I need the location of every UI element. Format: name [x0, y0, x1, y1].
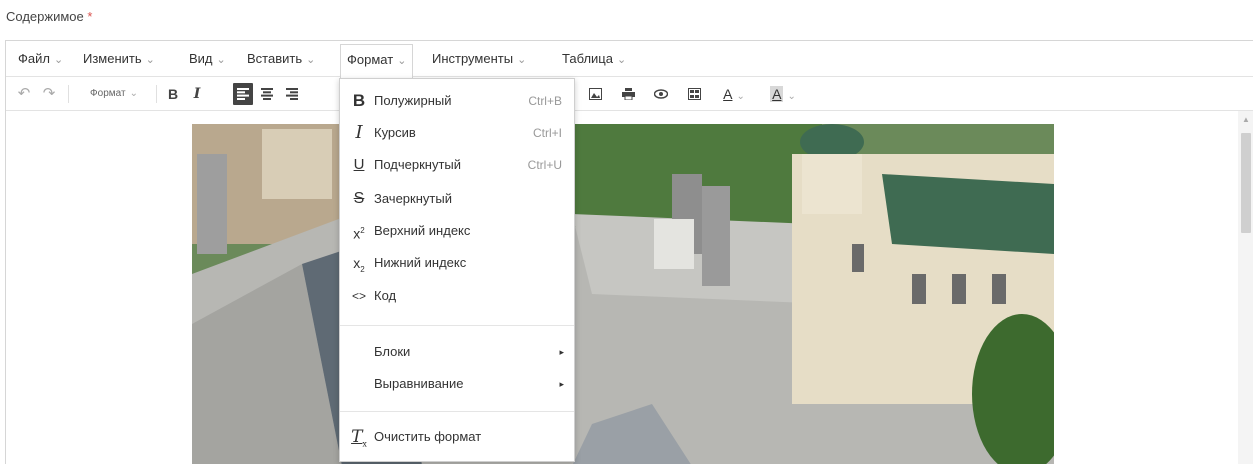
clear-format-glyph: T [351, 427, 363, 447]
background-color-button[interactable]: A ⌄ [766, 83, 800, 105]
underline-icon: U [353, 156, 365, 173]
format-select-label: Формат [90, 88, 126, 99]
align-right-icon [286, 88, 298, 100]
align-right-button[interactable] [282, 83, 302, 105]
rooftop-photo [192, 124, 1054, 464]
menu-item-superscript[interactable]: x2 Верхний индекс [340, 215, 574, 247]
menu-item-alignment[interactable]: Выравнивание ▸ [340, 368, 574, 400]
align-left-icon [237, 88, 249, 100]
clear-format-icon: Tx [351, 427, 367, 449]
print-icon [621, 88, 635, 101]
menu-view[interactable]: Вид ⌄ [189, 41, 226, 77]
superscript-icon: x2 [353, 225, 365, 242]
italic-icon: I [355, 122, 363, 143]
preview-button[interactable] [652, 83, 670, 105]
scrollbar-thumb[interactable] [1241, 133, 1251, 233]
media-icon [687, 88, 701, 100]
rooftop-photo-graphic [192, 124, 1054, 464]
image-icon [588, 88, 602, 100]
chevron-down-icon: ⌄ [397, 55, 407, 67]
editor-content-area[interactable]: ▲ [6, 111, 1253, 464]
chevron-down-icon: ⌄ [216, 54, 226, 66]
italic-button[interactable]: I [188, 83, 206, 105]
menu-table[interactable]: Таблица ⌄ [562, 41, 626, 77]
toolbar-divider [68, 85, 69, 103]
menu-divider [340, 411, 574, 412]
menu-item-label: Выравнивание [374, 376, 464, 391]
shortcut-text: Ctrl+I [532, 126, 562, 140]
required-mark: * [87, 9, 93, 24]
rich-text-editor: Файл ⌄ Изменить ⌄ Вид ⌄ Вставить ⌄ Формат ⌄ И… [5, 40, 1253, 464]
menu-item-label: Полужирный [374, 93, 452, 108]
menu-view-label: Вид [189, 51, 213, 66]
menu-insert[interactable]: Вставить ⌄ [247, 41, 315, 77]
editor-toolbar: ↶ ↷ Формат ⌄ B I A ⌄ A ⌄ [6, 77, 1253, 111]
chevron-down-icon: ⌄ [616, 54, 627, 66]
menu-item-label: Верхний индекс [374, 223, 471, 238]
scroll-up-icon[interactable]: ▲ [1242, 115, 1250, 124]
format-dropdown-menu: B Полужирный Ctrl+B I Курсив Ctrl+I U По… [339, 78, 575, 462]
menu-tools-label: Инструменты [432, 51, 514, 66]
chevron-down-icon: ⌄ [129, 88, 138, 99]
menu-item-label: Курсив [374, 125, 416, 140]
insert-image-button[interactable] [586, 83, 604, 105]
menu-item-subscript[interactable]: x2 Нижний индекс [340, 247, 574, 279]
chevron-down-icon: ⌄ [53, 54, 64, 66]
toolbar-divider [156, 85, 157, 103]
chevron-down-icon: ⌄ [736, 91, 745, 102]
align-left-button[interactable] [233, 83, 253, 105]
text-color-icon: A [723, 86, 733, 102]
menu-item-label: Очистить формат [374, 429, 482, 444]
menu-divider [340, 325, 574, 326]
menu-item-underline[interactable]: U Подчеркнутый Ctrl+U [340, 149, 574, 181]
code-icon: <> [351, 289, 366, 303]
chevron-right-icon: ▸ [559, 347, 564, 357]
menu-item-strikethrough[interactable]: S Зачеркнутый [340, 183, 574, 215]
format-select[interactable]: Формат ⌄ [79, 83, 149, 105]
menu-file[interactable]: Файл ⌄ [18, 41, 63, 77]
eye-icon [653, 89, 669, 99]
menu-item-italic[interactable]: I Курсив Ctrl+I [340, 117, 574, 149]
background-color-icon: A [770, 86, 784, 102]
menu-format[interactable]: Формат ⌄ [340, 44, 414, 78]
chevron-right-icon: ▸ [559, 379, 564, 389]
menu-insert-label: Вставить [247, 51, 303, 66]
menu-item-label: Код [374, 288, 397, 303]
chevron-down-icon: ⌄ [306, 54, 316, 66]
menu-item-code[interactable]: <> Код [340, 280, 574, 312]
text-color-button[interactable]: A ⌄ [718, 83, 750, 105]
menu-edit[interactable]: Изменить ⌄ [83, 41, 155, 77]
media-button[interactable] [685, 83, 703, 105]
menu-file-label: Файл [18, 51, 50, 66]
content-field-label: Содержимое * [6, 9, 92, 24]
bold-button[interactable]: B [164, 83, 182, 105]
editor-scrollbar[interactable]: ▲ [1238, 111, 1253, 464]
redo-icon[interactable]: ↷ [40, 83, 58, 105]
menu-tools[interactable]: Инструменты ⌄ [432, 41, 526, 77]
shortcut-text: Ctrl+B [528, 94, 562, 108]
chevron-down-icon: ⌄ [145, 54, 155, 66]
shortcut-text: Ctrl+U [527, 158, 562, 172]
content-label-text: Содержимое [6, 9, 84, 24]
editor-menubar: Файл ⌄ Изменить ⌄ Вид ⌄ Вставить ⌄ Формат ⌄ И… [6, 41, 1253, 78]
chevron-down-icon: ⌄ [787, 91, 796, 102]
menu-item-label: Нижний индекс [374, 255, 467, 270]
menu-format-label: Формат [347, 52, 394, 67]
menu-table-label: Таблица [562, 51, 613, 66]
align-center-button[interactable] [257, 83, 277, 105]
menu-item-blocks[interactable]: Блоки ▸ [340, 336, 574, 368]
menu-item-label: Подчеркнутый [374, 157, 462, 172]
undo-icon[interactable]: ↶ [15, 83, 33, 105]
strikethrough-icon: S [353, 190, 365, 207]
menu-item-bold[interactable]: B Полужирный Ctrl+B [340, 85, 574, 117]
menu-item-clear-format[interactable]: Tx Очистить формат [340, 421, 574, 453]
print-button[interactable] [619, 83, 637, 105]
menu-item-label: Блоки [374, 344, 411, 359]
bold-icon: B [352, 91, 366, 110]
menu-item-label: Зачеркнутый [374, 191, 452, 206]
chevron-down-icon: ⌄ [517, 54, 527, 66]
menu-edit-label: Изменить [83, 51, 142, 66]
align-center-icon [261, 88, 273, 100]
